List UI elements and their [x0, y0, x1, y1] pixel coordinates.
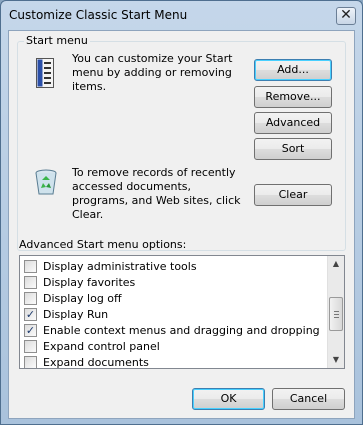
checkbox[interactable]	[24, 275, 37, 289]
sort-button[interactable]: Sort	[254, 138, 332, 160]
start-menu-icon	[36, 58, 54, 88]
advanced-button[interactable]: Advanced	[254, 112, 332, 134]
start-menu-description: You can customize your Start menu by add…	[72, 52, 233, 93]
clear-description: To remove records of recently accessed d…	[72, 166, 241, 221]
remove-button[interactable]: Remove...	[254, 86, 332, 108]
list-item[interactable]: ✓ Display Run	[24, 306, 324, 322]
list-item[interactable]: Display administrative tools	[24, 258, 324, 274]
cancel-button[interactable]: Cancel	[272, 388, 345, 410]
checkbox-checked[interactable]: ✓	[24, 323, 37, 337]
advanced-options-list[interactable]: Display administrative tools Display fav…	[19, 255, 345, 369]
list-item[interactable]: Expand documents	[24, 354, 324, 369]
list-item-label: Expand documents	[43, 355, 149, 369]
checkbox[interactable]	[24, 291, 37, 305]
list-item-label: Display log off	[43, 291, 122, 305]
advanced-options-label: Advanced Start menu options:	[19, 238, 187, 251]
list-item[interactable]: Display log off	[24, 290, 324, 306]
list-item-label: Display favorites	[43, 275, 136, 289]
dialog-window: Customize Classic Start Menu ✕ Start men…	[0, 0, 363, 425]
close-icon: ✕	[340, 7, 352, 23]
recycle-bin-icon	[35, 169, 57, 195]
list-item[interactable]: Display favorites	[24, 274, 324, 290]
checkbox-checked[interactable]: ✓	[24, 307, 37, 321]
dialog-client-area: Start menu You can customize your Start …	[8, 30, 355, 419]
start-menu-group-label: Start menu	[24, 34, 90, 47]
ok-button[interactable]: OK	[192, 388, 265, 410]
list-item-label: Expand control panel	[43, 339, 160, 353]
scroll-down-icon[interactable]: ▼	[328, 352, 344, 368]
list-item-label: Display Run	[43, 307, 109, 321]
window-title: Customize Classic Start Menu	[9, 8, 188, 22]
checkbox[interactable]	[24, 339, 37, 353]
checkbox[interactable]	[24, 259, 37, 273]
add-button[interactable]: Add...	[254, 59, 332, 81]
list-item[interactable]: Expand control panel	[24, 338, 324, 354]
close-button[interactable]: ✕	[336, 7, 356, 25]
scrollbar-thumb[interactable]	[329, 297, 343, 331]
start-menu-groupbox: Start menu You can customize your Start …	[17, 34, 346, 251]
list-item-label: Enable context menus and dragging and dr…	[43, 323, 320, 337]
list-item[interactable]: ✓ Enable context menus and dragging and …	[24, 322, 324, 338]
clear-button[interactable]: Clear	[254, 184, 332, 206]
scroll-up-icon[interactable]: ▲	[328, 256, 344, 272]
vertical-scrollbar[interactable]: ▲ ▼	[327, 256, 344, 368]
list-item-label: Display administrative tools	[43, 259, 197, 273]
checkbox[interactable]	[24, 355, 37, 368]
title-bar[interactable]: Customize Classic Start Menu ✕	[1, 1, 362, 31]
